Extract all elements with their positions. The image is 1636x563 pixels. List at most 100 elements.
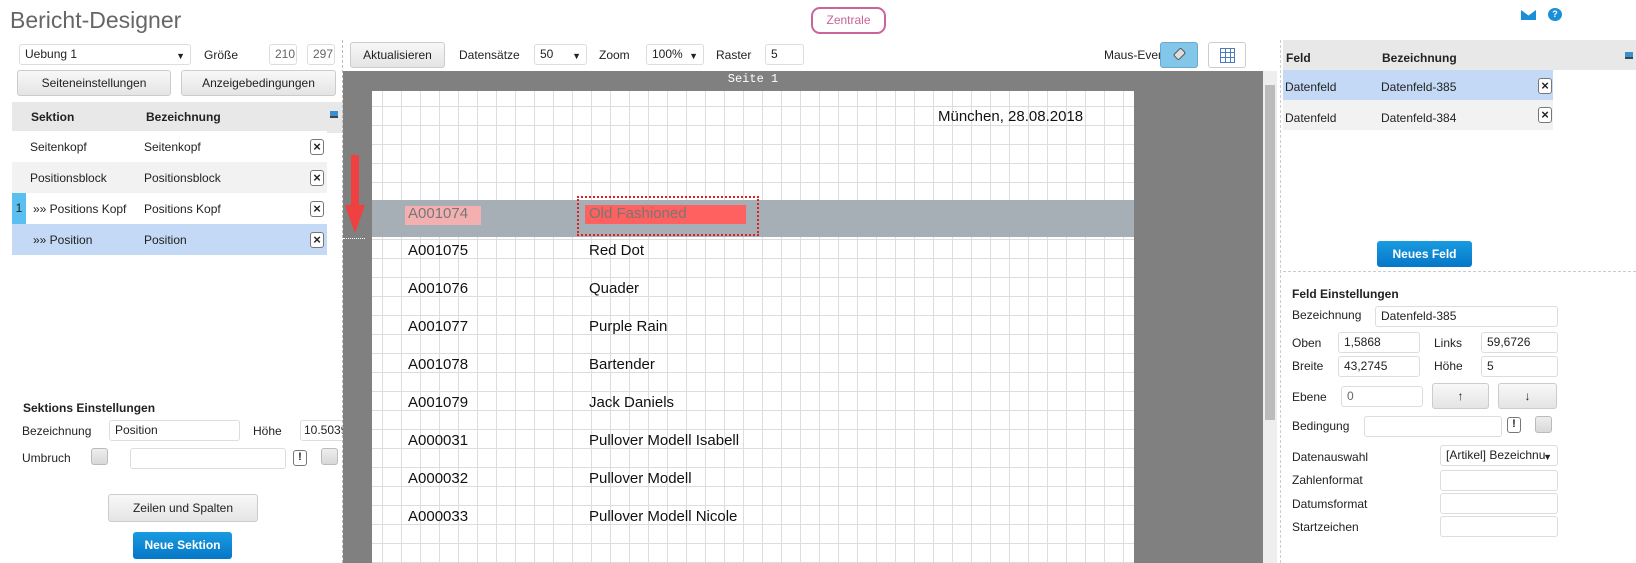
- record-id-field[interactable]: A001077: [408, 318, 468, 335]
- record-id-field[interactable]: A000031: [408, 432, 468, 449]
- display-conditions-button[interactable]: Anzeigebedingungen: [181, 70, 336, 96]
- layer-up-button[interactable]: ↑: [1432, 383, 1489, 409]
- export-icon[interactable]: [330, 111, 338, 118]
- record-id-field[interactable]: A001079: [408, 394, 468, 411]
- height-label: Höhe: [1434, 359, 1463, 373]
- date-format-input[interactable]: [1440, 493, 1558, 514]
- layer-down-button[interactable]: ↓: [1498, 383, 1557, 409]
- record-id-field[interactable]: A001078: [408, 356, 468, 373]
- panel-divider: [1283, 271, 1636, 272]
- export-icon[interactable]: [1625, 52, 1633, 59]
- field-type: Datenfeld: [1285, 80, 1337, 94]
- layer-input[interactable]: 0: [1341, 386, 1423, 407]
- delete-icon[interactable]: ×: [310, 170, 324, 186]
- new-section-button[interactable]: Neue Sektion: [133, 532, 232, 559]
- section-type: Positionsblock: [30, 171, 107, 185]
- date-format-label: Datumsformat: [1292, 497, 1368, 511]
- record-name-field[interactable]: Pullover Modell Nicole: [589, 508, 737, 525]
- report-select[interactable]: Uebung 1: [19, 44, 191, 65]
- records-select[interactable]: 50: [534, 44, 587, 65]
- rows-columns-button[interactable]: Zeilen und Spalten: [108, 494, 258, 522]
- record-name-field[interactable]: Jack Daniels: [589, 394, 674, 411]
- size-label: Größe: [204, 48, 239, 62]
- field-type: Datenfeld: [1285, 111, 1337, 125]
- section-height-label: Höhe: [253, 424, 282, 438]
- drag-arrow-icon: [351, 155, 359, 210]
- section-name: Positionsblock: [144, 171, 221, 185]
- condition-input[interactable]: [1364, 416, 1502, 437]
- field-table-header: [1283, 40, 1636, 70]
- width-label: Breite: [1292, 359, 1324, 373]
- record-name-field[interactable]: Red Dot: [589, 242, 644, 259]
- field-name: Datenfeld-384: [1381, 111, 1457, 125]
- report-page[interactable]: [372, 91, 1134, 563]
- data-selection-label: Datenauswahl: [1292, 450, 1369, 464]
- delete-icon[interactable]: ×: [310, 139, 324, 155]
- condition-info-button[interactable]: !: [293, 450, 307, 466]
- record-id-field[interactable]: A001076: [408, 280, 468, 297]
- grid-toggle-button[interactable]: [1208, 42, 1246, 68]
- record-id-field[interactable]: A000032: [408, 470, 468, 487]
- break-checkbox[interactable]: [91, 448, 108, 465]
- height-input[interactable]: 297: [307, 44, 335, 65]
- record-name-field[interactable]: Bartender: [589, 356, 655, 373]
- record-name-field[interactable]: Pullover Modell: [589, 470, 692, 487]
- width-input[interactable]: 43,2745: [1338, 356, 1420, 377]
- record-name-field[interactable]: Quader: [589, 280, 639, 297]
- eraser-button[interactable]: [1160, 42, 1198, 68]
- break-option-checkbox[interactable]: [321, 448, 338, 465]
- record-id-field[interactable]: A000033: [408, 508, 468, 525]
- col-name: Bezeichnung: [1382, 51, 1457, 65]
- record-id-field[interactable]: A001074: [408, 205, 468, 222]
- top-input[interactable]: 1,5868: [1338, 332, 1420, 353]
- delete-icon[interactable]: ×: [1538, 78, 1552, 94]
- right-divider[interactable]: [1280, 40, 1281, 563]
- field-settings-title: Feld Einstellungen: [1292, 287, 1399, 301]
- layer-label: Ebene: [1292, 390, 1327, 404]
- section-type: Seitenkopf: [30, 140, 87, 154]
- page-settings-button[interactable]: Seiteneinstellungen: [17, 70, 171, 96]
- break-label: Umbruch: [22, 451, 71, 465]
- delete-icon[interactable]: ×: [310, 201, 324, 217]
- grid-icon: [1220, 48, 1235, 63]
- record-name-field[interactable]: Pullover Modell Isabell: [589, 432, 739, 449]
- top-label: Oben: [1292, 336, 1322, 350]
- condition-label: Bedingung: [1292, 419, 1350, 433]
- grid-input[interactable]: 5: [765, 44, 804, 65]
- height-input[interactable]: 5: [1481, 356, 1558, 377]
- section-name: Positions Kopf: [144, 202, 221, 216]
- left-input[interactable]: 59,6726: [1481, 332, 1558, 353]
- new-field-button[interactable]: Neues Feld: [1377, 241, 1472, 267]
- record-name-field[interactable]: Old Fashioned: [589, 205, 687, 222]
- refresh-button[interactable]: Aktualisieren: [350, 42, 445, 68]
- number-format-input[interactable]: [1440, 470, 1558, 491]
- zentrale-badge[interactable]: Zentrale: [811, 7, 886, 34]
- delete-icon[interactable]: ×: [1538, 107, 1552, 123]
- section-name: Position: [144, 233, 187, 247]
- scrollbar-thumb[interactable]: [1265, 85, 1275, 420]
- condition-info-button[interactable]: !: [1507, 417, 1521, 433]
- break-condition-input[interactable]: [130, 448, 286, 469]
- page-label: Seite 1: [727, 72, 779, 86]
- field-name-input[interactable]: Datenfeld-385: [1375, 306, 1558, 327]
- section-type: »» Position: [33, 233, 93, 247]
- zoom-label: Zoom: [599, 48, 630, 62]
- mail-icon[interactable]: [1521, 10, 1536, 20]
- condition-checkbox[interactable]: [1535, 416, 1552, 433]
- eraser-icon: [1172, 47, 1187, 61]
- width-input[interactable]: 210: [269, 44, 297, 65]
- help-icon[interactable]: ?: [1548, 8, 1562, 21]
- start-char-label: Startzeichen: [1292, 520, 1359, 534]
- section-name-input[interactable]: Position: [109, 420, 240, 441]
- col-section: Sektion: [31, 110, 75, 124]
- delete-icon[interactable]: ×: [310, 232, 324, 248]
- record-id-field[interactable]: A001075: [408, 242, 468, 259]
- field-name-label: Bezeichnung: [1292, 308, 1362, 322]
- record-name-field[interactable]: Purple Rain: [589, 318, 667, 335]
- data-selection-select[interactable]: [Artikel] Bezeichnu: [1440, 445, 1558, 466]
- start-char-input[interactable]: [1440, 516, 1558, 537]
- number-format-label: Zahlenformat: [1292, 473, 1363, 487]
- zoom-select[interactable]: 100%: [646, 44, 704, 65]
- date-field[interactable]: München, 28.08.2018: [938, 108, 1083, 125]
- left-label: Links: [1434, 336, 1463, 350]
